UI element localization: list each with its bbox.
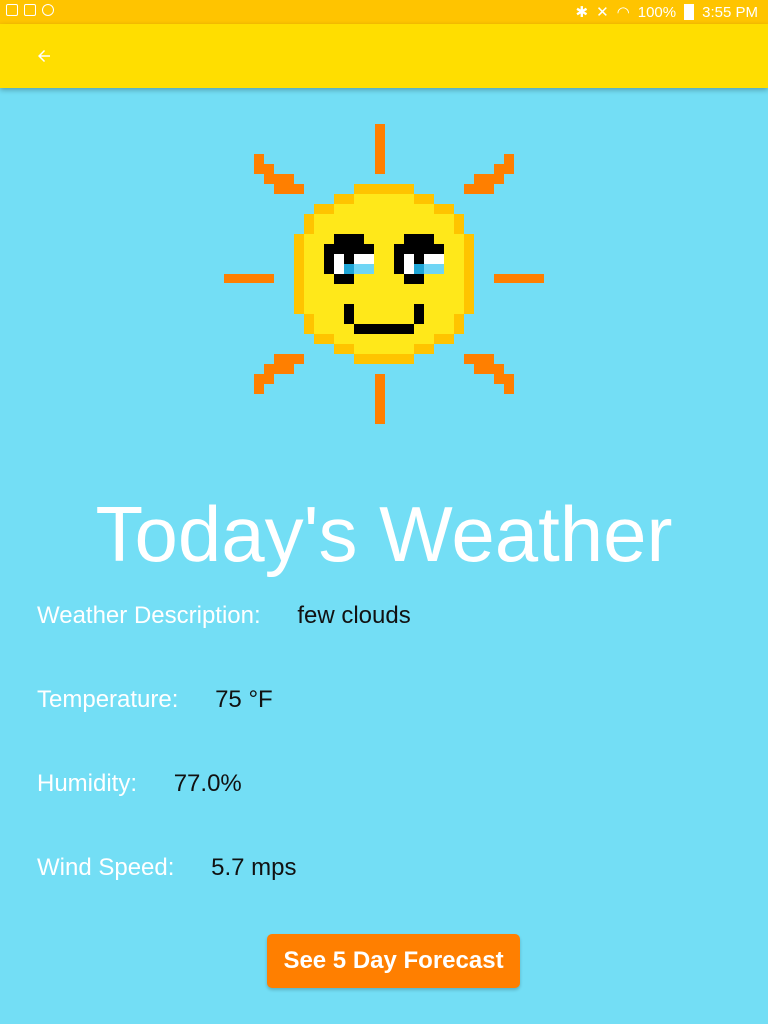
camera-notification-icon	[24, 4, 36, 16]
weather-description-row: Weather Description: few clouds	[37, 600, 411, 632]
see-5-day-forecast-button[interactable]: See 5 Day Forecast	[267, 934, 520, 988]
temperature-label: Temperature:	[37, 686, 179, 713]
status-right: ✱ ✕ ◠ 100% 3:55 PM	[575, 3, 759, 22]
battery-percentage: 100%	[637, 3, 677, 21]
wind-speed-value: 5.7 mps	[211, 854, 297, 881]
page-title: Today's Weather	[95, 490, 673, 578]
back-button[interactable]	[24, 36, 64, 76]
weather-description-label: Weather Description:	[37, 602, 261, 629]
bluetooth-icon: ✱	[575, 4, 589, 21]
temperature-row: Temperature: 75 °F	[37, 684, 273, 716]
humidity-value: 77.0%	[173, 770, 242, 797]
wind-speed-row: Wind Speed: 5.7 mps	[37, 852, 296, 884]
sun-weather-icon	[224, 124, 544, 424]
wifi-icon: ◠	[616, 4, 630, 21]
notification-icons	[6, 4, 54, 16]
humidity-row: Humidity: 77.0%	[37, 768, 242, 800]
temperature-value: 75 °F	[215, 686, 273, 713]
status-time: 3:55 PM	[702, 3, 758, 21]
image-notification-icon	[6, 4, 18, 16]
app-notification-icon	[42, 4, 54, 16]
wind-speed-label: Wind Speed:	[37, 854, 175, 881]
weather-description-value: few clouds	[297, 602, 411, 629]
arrow-left-icon	[38, 50, 50, 62]
status-bar: ✱ ✕ ◠ 100% 3:55 PM	[0, 0, 768, 24]
battery-icon	[684, 4, 695, 20]
mute-icon: ✕	[596, 4, 609, 21]
humidity-label: Humidity:	[37, 770, 138, 797]
app-bar	[0, 24, 768, 88]
